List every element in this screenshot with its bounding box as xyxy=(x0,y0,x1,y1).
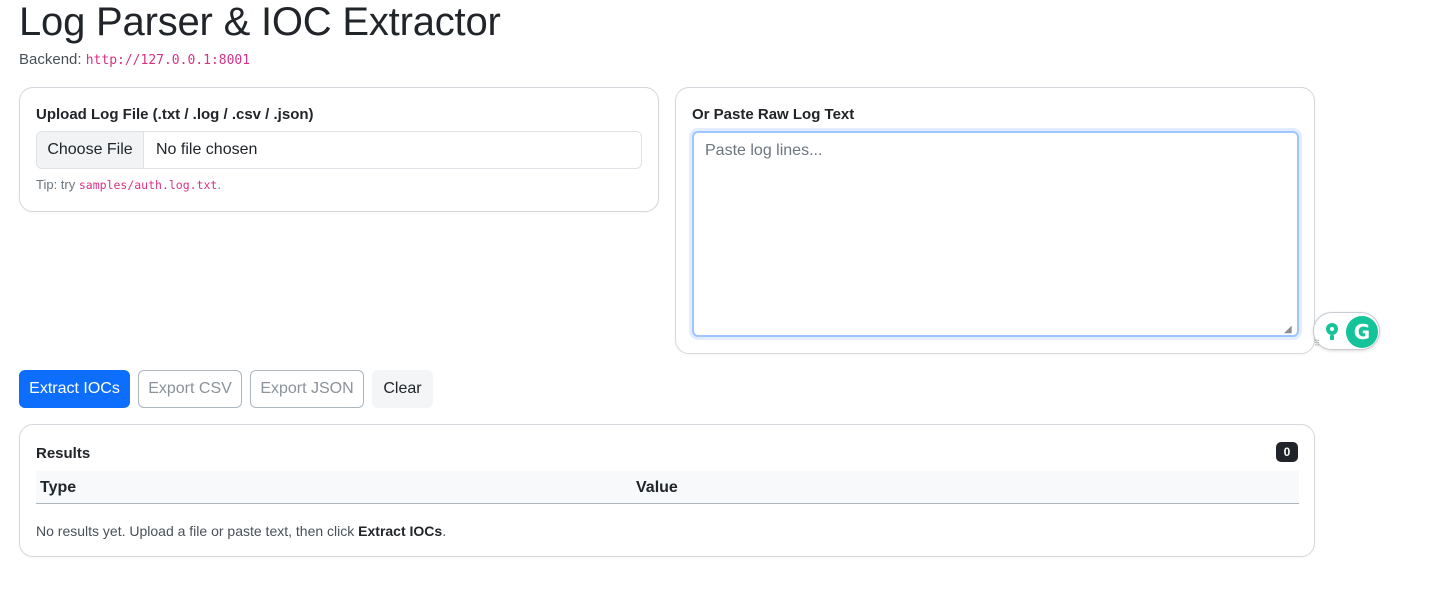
column-header-type: Type xyxy=(40,479,77,496)
extract-iocs-button[interactable]: Extract IOCs xyxy=(19,370,130,408)
empty-message-text: No results yet. Upload a file or paste t… xyxy=(36,523,355,539)
empty-message-suffix: . xyxy=(442,523,447,539)
tip-suffix: . xyxy=(217,177,221,192)
backend-url: http://127.0.0.1:8001 xyxy=(85,53,251,68)
clear-button[interactable]: Clear xyxy=(372,370,433,408)
export-csv-button[interactable]: Export CSV xyxy=(138,370,242,408)
results-card: Results 0 Type Value No results yet. Upl… xyxy=(19,424,1315,557)
page-title: Log Parser & IOC Extractor xyxy=(19,0,501,44)
backend-info: Backend: http://127.0.0.1:8001 xyxy=(19,51,250,70)
resize-grip-icon[interactable]: ◢ xyxy=(1284,325,1294,335)
log-textarea[interactable] xyxy=(692,131,1299,337)
tip-prefix: Tip: try xyxy=(36,177,76,192)
empty-message-action: Extract IOCs xyxy=(358,523,443,539)
tip-sample-path: samples/auth.log.txt xyxy=(78,178,218,192)
upload-tip: Tip: try samples/auth.log.txt. xyxy=(36,177,221,193)
results-count-badge: 0 xyxy=(1276,442,1298,462)
upload-label: Upload Log File (.txt / .log / .csv / .j… xyxy=(36,106,314,123)
empty-results-message: No results yet. Upload a file or paste t… xyxy=(36,523,446,539)
column-header-value: Value xyxy=(636,479,678,496)
grammarly-letter: G xyxy=(1353,320,1371,344)
grammarly-widget[interactable]: G xyxy=(1313,312,1380,350)
paste-label: Or Paste Raw Log Text xyxy=(692,106,855,123)
lightbulb-icon[interactable] xyxy=(1324,322,1340,342)
paste-card: Or Paste Raw Log Text ◢ xyxy=(675,87,1315,354)
backend-label: Backend: xyxy=(19,51,82,68)
file-input[interactable]: Choose File No file chosen xyxy=(36,131,642,169)
upload-card: Upload Log File (.txt / .log / .csv / .j… xyxy=(19,87,659,212)
drag-handle-icon[interactable]: ⠿ xyxy=(1314,340,1320,348)
file-status: No file chosen xyxy=(156,141,258,158)
results-table-header: Type Value xyxy=(36,471,1299,504)
export-json-button[interactable]: Export JSON xyxy=(250,370,364,408)
results-title: Results xyxy=(36,445,91,462)
choose-file-button[interactable]: Choose File xyxy=(37,132,144,168)
grammarly-icon[interactable]: G xyxy=(1346,316,1378,348)
